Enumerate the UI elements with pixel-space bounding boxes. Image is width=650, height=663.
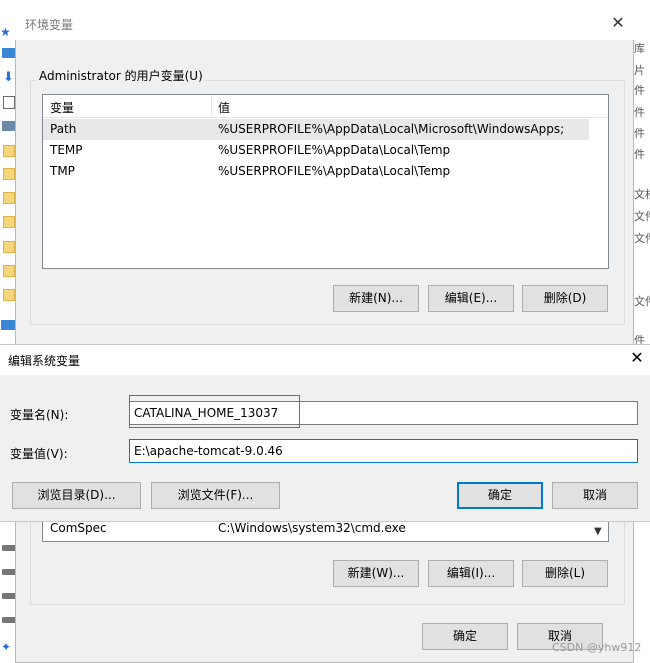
variable-value-cell: %USERPROFILE%\AppData\Local\Microsoft\Wi… — [218, 122, 565, 136]
edit-dialog-titlebar — [0, 345, 650, 375]
variable-value-field[interactable]: E:\apache-tomcat-9.0.46 — [129, 439, 638, 463]
file-type-text: 文档 — [634, 188, 650, 201]
file-type-text: 文件 — [634, 210, 650, 223]
folder-icon — [3, 216, 15, 228]
close-icon[interactable]: ✕ — [627, 348, 647, 368]
picture-icon — [2, 121, 16, 131]
folder-icon — [3, 145, 15, 157]
column-header-variable[interactable]: 变量 — [50, 99, 74, 116]
table-row[interactable]: TEMP %USERPROFILE%\AppData\Local\Temp — [43, 140, 589, 161]
browse-file-button[interactable]: 浏览文件(F)... — [151, 482, 280, 509]
file-type-text: 片 — [634, 64, 645, 77]
watermark-text: CSDN @yhw912 — [552, 641, 642, 654]
download-icon: ⬇ — [3, 70, 14, 85]
folder-icon — [3, 192, 15, 204]
close-icon[interactable]: ✕ — [608, 13, 628, 33]
user-edit-button[interactable]: 编辑(E)... — [428, 285, 514, 312]
highlight-box — [129, 395, 300, 428]
document-icon — [3, 96, 15, 109]
system-new-button[interactable]: 新建(W)... — [333, 560, 419, 587]
drive-icon — [2, 545, 16, 551]
drive-icon — [2, 593, 16, 599]
file-type-text: 件 — [634, 106, 645, 119]
env-ok-button[interactable]: 确定 — [422, 623, 508, 650]
user-vars-group-label: Administrator 的用户变量(U) — [37, 67, 205, 84]
system-edit-button[interactable]: 编辑(I)... — [428, 560, 514, 587]
env-dialog-titlebar — [15, 8, 634, 40]
folder-icon — [3, 289, 15, 301]
star-icon: ★ — [0, 25, 11, 39]
system-delete-button[interactable]: 删除(L) — [522, 560, 608, 587]
edit-dialog-title: 编辑系统变量 — [8, 354, 81, 368]
file-type-text: 件 — [634, 148, 645, 161]
drive-icon — [2, 569, 16, 575]
file-type-text: 文件 — [634, 232, 650, 245]
folder-icon — [3, 265, 15, 277]
variable-value-cell: %USERPROFILE%\AppData\Local\Temp — [218, 164, 451, 178]
file-type-text: 文件 — [634, 295, 650, 308]
variable-value-cell: C:\Windows\system32\cmd.exe — [218, 521, 406, 535]
computer-icon — [1, 320, 15, 330]
variable-value-label: 变量值(V): — [10, 447, 68, 461]
file-type-text: 库 — [634, 42, 645, 55]
variable-name-cell: TMP — [50, 164, 75, 178]
user-vars-list-header — [43, 95, 608, 118]
edit-ok-button[interactable]: 确定 — [457, 482, 543, 509]
variable-name-cell: TEMP — [50, 143, 83, 157]
variable-name-cell: ComSpec — [50, 521, 107, 535]
folder-icon — [3, 241, 15, 253]
column-separator[interactable] — [211, 95, 212, 118]
table-row[interactable]: Path %USERPROFILE%\AppData\Local\Microso… — [43, 119, 589, 140]
desktop-icon — [2, 48, 15, 58]
drive-icon — [2, 617, 16, 623]
edit-cancel-button[interactable]: 取消 — [552, 482, 638, 509]
column-header-value[interactable]: 值 — [218, 99, 230, 116]
folder-icon — [3, 168, 15, 180]
user-delete-button[interactable]: 删除(D) — [522, 285, 608, 312]
variable-value-cell: %USERPROFILE%\AppData\Local\Temp — [218, 143, 451, 157]
chevron-down-icon[interactable]: ▼ — [594, 526, 602, 537]
browse-directory-button[interactable]: 浏览目录(D)... — [12, 482, 141, 509]
user-new-button[interactable]: 新建(N)... — [333, 285, 419, 312]
env-dialog-title: 环境变量 — [25, 18, 74, 32]
file-type-text: 件 — [634, 127, 645, 140]
network-icon: ✦ — [1, 640, 12, 654]
table-row[interactable]: TMP %USERPROFILE%\AppData\Local\Temp — [43, 161, 589, 182]
variable-name-cell: Path — [50, 122, 77, 136]
file-type-text: 件 — [634, 84, 645, 97]
variable-name-label: 变量名(N): — [10, 408, 69, 422]
